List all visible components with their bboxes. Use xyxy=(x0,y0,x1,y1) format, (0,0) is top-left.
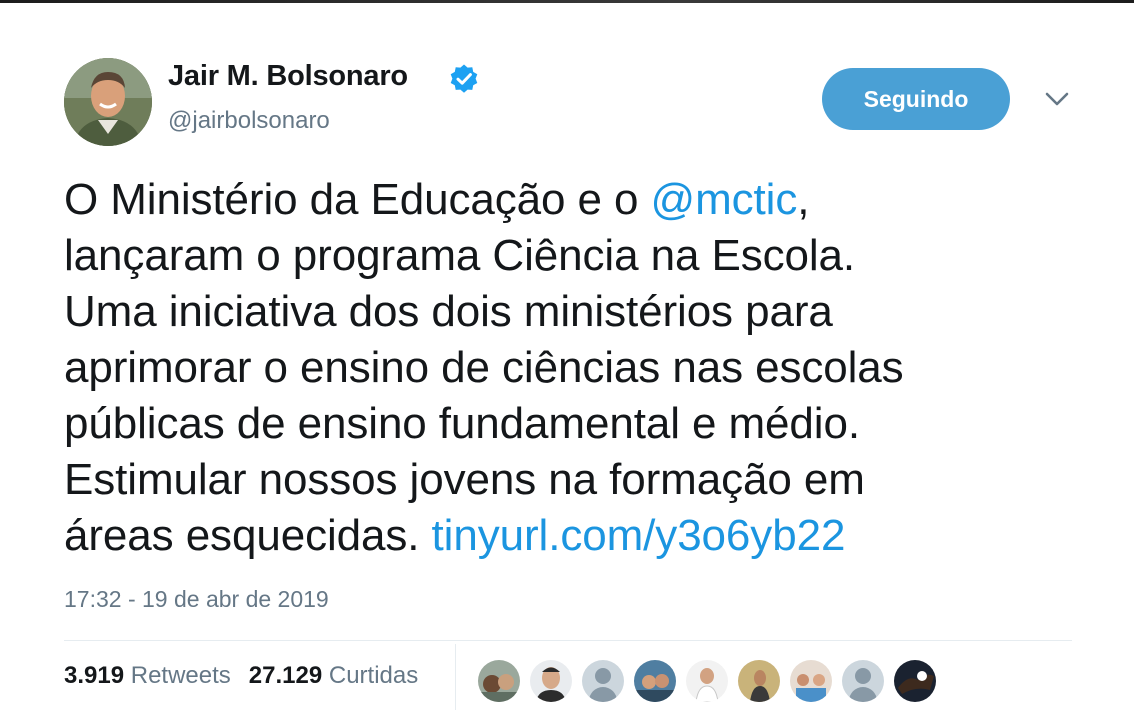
liker-avatar[interactable] xyxy=(790,660,832,702)
likes-count: 27.129 xyxy=(248,662,323,689)
stats-vertical-divider xyxy=(455,644,456,710)
tweet-text-segment: O Ministério da Educação e o xyxy=(64,175,651,224)
tweet-stats: 3.919 Retweets 27.129 Curtidas xyxy=(64,662,418,690)
liker-avatar-default[interactable] xyxy=(842,660,884,702)
author-handle[interactable]: @jairbolsonaro xyxy=(168,107,330,135)
chevron-down-icon[interactable] xyxy=(1042,88,1072,110)
tweet-text-segment: áreas esquecidas. xyxy=(64,511,432,560)
tweet-line: O Ministério da Educação e o @mctic, xyxy=(64,172,1074,228)
tweet-line: áreas esquecidas. tinyurl.com/y3o6yb22 xyxy=(64,508,1074,564)
url-link[interactable]: tinyurl.com/y3o6yb22 xyxy=(432,511,846,560)
tweet-line: Uma iniciativa dos dois ministérios para xyxy=(64,287,833,336)
retweets-label: Retweets xyxy=(130,662,231,689)
tweet-text: O Ministério da Educação e o @mctic, lan… xyxy=(64,172,1074,564)
author-name[interactable]: Jair M. Bolsonaro xyxy=(168,60,408,93)
liker-avatar-default[interactable] xyxy=(582,660,624,702)
following-button[interactable]: Seguindo xyxy=(822,68,1010,130)
liker-avatar[interactable] xyxy=(738,660,780,702)
liker-avatar[interactable] xyxy=(894,660,936,702)
liker-avatars xyxy=(478,660,936,702)
retweets-stat[interactable]: 3.919 Retweets xyxy=(64,662,231,690)
tweet-timestamp[interactable]: 17:32 - 19 de abr de 2019 xyxy=(64,586,329,613)
tweet-line: aprimorar o ensino de ciências nas escol… xyxy=(64,343,904,392)
mention-link[interactable]: @mctic xyxy=(651,175,798,224)
avatar-photo xyxy=(64,58,152,146)
tweet-card: Jair M. Bolsonaro @jairbolsonaro Seguind… xyxy=(0,0,1134,710)
retweets-count: 3.919 xyxy=(64,662,125,689)
author-avatar[interactable] xyxy=(64,58,152,146)
tweet-line: Estimular nossos jovens na formação em xyxy=(64,455,865,504)
likes-stat[interactable]: 27.129 Curtidas xyxy=(249,662,418,690)
tweet-text-segment: , xyxy=(797,175,810,224)
liker-avatar[interactable] xyxy=(634,660,676,702)
liker-avatar[interactable] xyxy=(530,660,572,702)
liker-avatar[interactable] xyxy=(478,660,520,702)
likes-label: Curtidas xyxy=(328,662,419,689)
liker-avatar[interactable] xyxy=(686,660,728,702)
stats-divider xyxy=(64,640,1072,641)
tweet-line: públicas de ensino fundamental e médio. xyxy=(64,399,860,448)
tweet-line: lançaram o programa Ciência na Escola. xyxy=(64,231,856,280)
verified-badge-icon xyxy=(450,64,478,93)
